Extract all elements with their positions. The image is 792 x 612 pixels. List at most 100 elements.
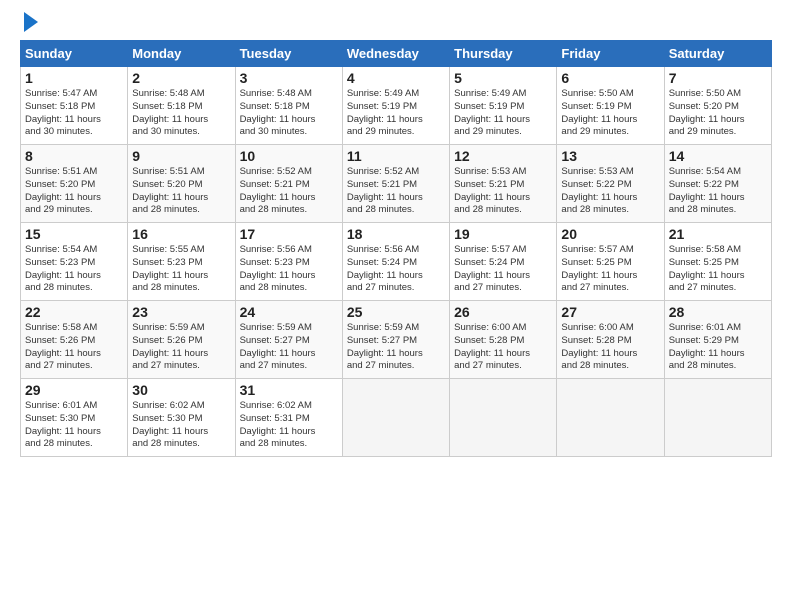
day-info: Sunrise: 5:50 AM Sunset: 5:19 PM Dayligh… [561,88,659,139]
calendar-cell: 2 Sunrise: 5:48 AM Sunset: 5:18 PM Daylig… [128,67,235,145]
day-number: 25 [347,304,445,320]
day-info: Sunrise: 5:57 AM Sunset: 5:25 PM Dayligh… [561,244,659,295]
calendar-cell: 29 Sunrise: 6:01 AM Sunset: 5:30 PM Dayli… [21,379,128,457]
day-number: 21 [669,226,767,242]
day-number: 13 [561,148,659,164]
day-number: 1 [25,70,123,86]
day-info: Sunrise: 5:55 AM Sunset: 5:23 PM Dayligh… [132,244,230,295]
calendar-header-monday: Monday [128,41,235,67]
calendar-cell: 13 Sunrise: 5:53 AM Sunset: 5:22 PM Dayli… [557,145,664,223]
calendar-cell: 22 Sunrise: 5:58 AM Sunset: 5:26 PM Dayli… [21,301,128,379]
calendar-week-3: 15Sunrise: 5:54 AM Sunset: 5:23 PM Dayli… [21,223,772,301]
day-number: 9 [132,148,230,164]
calendar-cell: 27 Sunrise: 6:00 AM Sunset: 5:28 PM Dayli… [557,301,664,379]
day-info: Sunrise: 6:01 AM Sunset: 5:29 PM Dayligh… [669,322,767,373]
day-number: 23 [132,304,230,320]
calendar-cell [342,379,449,457]
day-number: 12 [454,148,552,164]
day-info: Sunrise: 6:02 AM Sunset: 5:31 PM Dayligh… [240,400,338,451]
logo [20,16,38,32]
day-info: Sunrise: 5:49 AM Sunset: 5:19 PM Dayligh… [454,88,552,139]
calendar-cell: 20 Sunrise: 5:57 AM Sunset: 5:25 PM Dayli… [557,223,664,301]
day-number: 17 [240,226,338,242]
day-number: 10 [240,148,338,164]
day-number: 18 [347,226,445,242]
calendar-cell: 11Sunrise: 5:52 AM Sunset: 5:21 PM Dayli… [342,145,449,223]
calendar-cell: 12Sunrise: 5:53 AM Sunset: 5:21 PM Dayli… [450,145,557,223]
day-number: 4 [347,70,445,86]
calendar-cell [664,379,771,457]
calendar-cell: 30 Sunrise: 6:02 AM Sunset: 5:30 PM Dayli… [128,379,235,457]
day-number: 26 [454,304,552,320]
day-info: Sunrise: 5:54 AM Sunset: 5:23 PM Dayligh… [25,244,123,295]
day-info: Sunrise: 5:59 AM Sunset: 5:27 PM Dayligh… [347,322,445,373]
day-info: Sunrise: 5:51 AM Sunset: 5:20 PM Dayligh… [132,166,230,217]
calendar-cell: 4 Sunrise: 5:49 AM Sunset: 5:19 PM Daylig… [342,67,449,145]
day-info: Sunrise: 5:53 AM Sunset: 5:22 PM Dayligh… [561,166,659,217]
calendar-week-2: 8Sunrise: 5:51 AM Sunset: 5:20 PM Daylig… [21,145,772,223]
day-info: Sunrise: 5:58 AM Sunset: 5:25 PM Dayligh… [669,244,767,295]
calendar-header-friday: Friday [557,41,664,67]
day-info: Sunrise: 5:47 AM Sunset: 5:18 PM Dayligh… [25,88,123,139]
calendar-cell: 15Sunrise: 5:54 AM Sunset: 5:23 PM Dayli… [21,223,128,301]
day-info: Sunrise: 5:51 AM Sunset: 5:20 PM Dayligh… [25,166,123,217]
logo-text [20,16,38,32]
day-info: Sunrise: 5:48 AM Sunset: 5:18 PM Dayligh… [132,88,230,139]
day-info: Sunrise: 5:49 AM Sunset: 5:19 PM Dayligh… [347,88,445,139]
day-number: 16 [132,226,230,242]
day-info: Sunrise: 5:50 AM Sunset: 5:20 PM Dayligh… [669,88,767,139]
logo-arrow-icon [24,12,38,32]
day-info: Sunrise: 5:58 AM Sunset: 5:26 PM Dayligh… [25,322,123,373]
calendar-week-1: 1 Sunrise: 5:47 AM Sunset: 5:18 PM Daylig… [21,67,772,145]
day-info: Sunrise: 5:52 AM Sunset: 5:21 PM Dayligh… [240,166,338,217]
day-number: 30 [132,382,230,398]
calendar-cell: 17Sunrise: 5:56 AM Sunset: 5:23 PM Dayli… [235,223,342,301]
header [20,16,772,32]
day-info: Sunrise: 5:56 AM Sunset: 5:24 PM Dayligh… [347,244,445,295]
day-info: Sunrise: 5:59 AM Sunset: 5:27 PM Dayligh… [240,322,338,373]
day-number: 27 [561,304,659,320]
calendar-cell: 18 Sunrise: 5:56 AM Sunset: 5:24 PM Dayli… [342,223,449,301]
calendar-cell: 16 Sunrise: 5:55 AM Sunset: 5:23 PM Dayli… [128,223,235,301]
calendar-cell: 6 Sunrise: 5:50 AM Sunset: 5:19 PM Daylig… [557,67,664,145]
calendar-cell: 23 Sunrise: 5:59 AM Sunset: 5:26 PM Dayli… [128,301,235,379]
day-number: 14 [669,148,767,164]
day-number: 19 [454,226,552,242]
calendar-header-tuesday: Tuesday [235,41,342,67]
calendar-cell: 26 Sunrise: 6:00 AM Sunset: 5:28 PM Dayli… [450,301,557,379]
day-info: Sunrise: 5:52 AM Sunset: 5:21 PM Dayligh… [347,166,445,217]
day-number: 29 [25,382,123,398]
calendar-cell: 31 Sunrise: 6:02 AM Sunset: 5:31 PM Dayli… [235,379,342,457]
calendar-header-saturday: Saturday [664,41,771,67]
day-info: Sunrise: 6:00 AM Sunset: 5:28 PM Dayligh… [454,322,552,373]
day-number: 20 [561,226,659,242]
calendar-cell: 14Sunrise: 5:54 AM Sunset: 5:22 PM Dayli… [664,145,771,223]
day-number: 31 [240,382,338,398]
calendar-table: SundayMondayTuesdayWednesdayThursdayFrid… [20,40,772,457]
day-number: 28 [669,304,767,320]
calendar-header-sunday: Sunday [21,41,128,67]
day-info: Sunrise: 5:59 AM Sunset: 5:26 PM Dayligh… [132,322,230,373]
day-info: Sunrise: 6:01 AM Sunset: 5:30 PM Dayligh… [25,400,123,451]
calendar-cell: 19Sunrise: 5:57 AM Sunset: 5:24 PM Dayli… [450,223,557,301]
day-info: Sunrise: 6:02 AM Sunset: 5:30 PM Dayligh… [132,400,230,451]
calendar-week-5: 29 Sunrise: 6:01 AM Sunset: 5:30 PM Dayli… [21,379,772,457]
calendar-header-thursday: Thursday [450,41,557,67]
calendar-cell: 1 Sunrise: 5:47 AM Sunset: 5:18 PM Daylig… [21,67,128,145]
calendar-cell: 21 Sunrise: 5:58 AM Sunset: 5:25 PM Dayli… [664,223,771,301]
day-number: 6 [561,70,659,86]
day-info: Sunrise: 6:00 AM Sunset: 5:28 PM Dayligh… [561,322,659,373]
calendar-cell: 10 Sunrise: 5:52 AM Sunset: 5:21 PM Dayli… [235,145,342,223]
day-number: 2 [132,70,230,86]
calendar-cell: 25 Sunrise: 5:59 AM Sunset: 5:27 PM Dayli… [342,301,449,379]
calendar-week-4: 22 Sunrise: 5:58 AM Sunset: 5:26 PM Dayli… [21,301,772,379]
day-number: 22 [25,304,123,320]
calendar-cell [450,379,557,457]
calendar-cell: 28 Sunrise: 6:01 AM Sunset: 5:29 PM Dayli… [664,301,771,379]
calendar-cell: 8Sunrise: 5:51 AM Sunset: 5:20 PM Daylig… [21,145,128,223]
calendar-cell: 24Sunrise: 5:59 AM Sunset: 5:27 PM Dayli… [235,301,342,379]
calendar-cell: 5 Sunrise: 5:49 AM Sunset: 5:19 PM Daylig… [450,67,557,145]
day-number: 5 [454,70,552,86]
day-info: Sunrise: 5:48 AM Sunset: 5:18 PM Dayligh… [240,88,338,139]
calendar-cell: 7Sunrise: 5:50 AM Sunset: 5:20 PM Daylig… [664,67,771,145]
